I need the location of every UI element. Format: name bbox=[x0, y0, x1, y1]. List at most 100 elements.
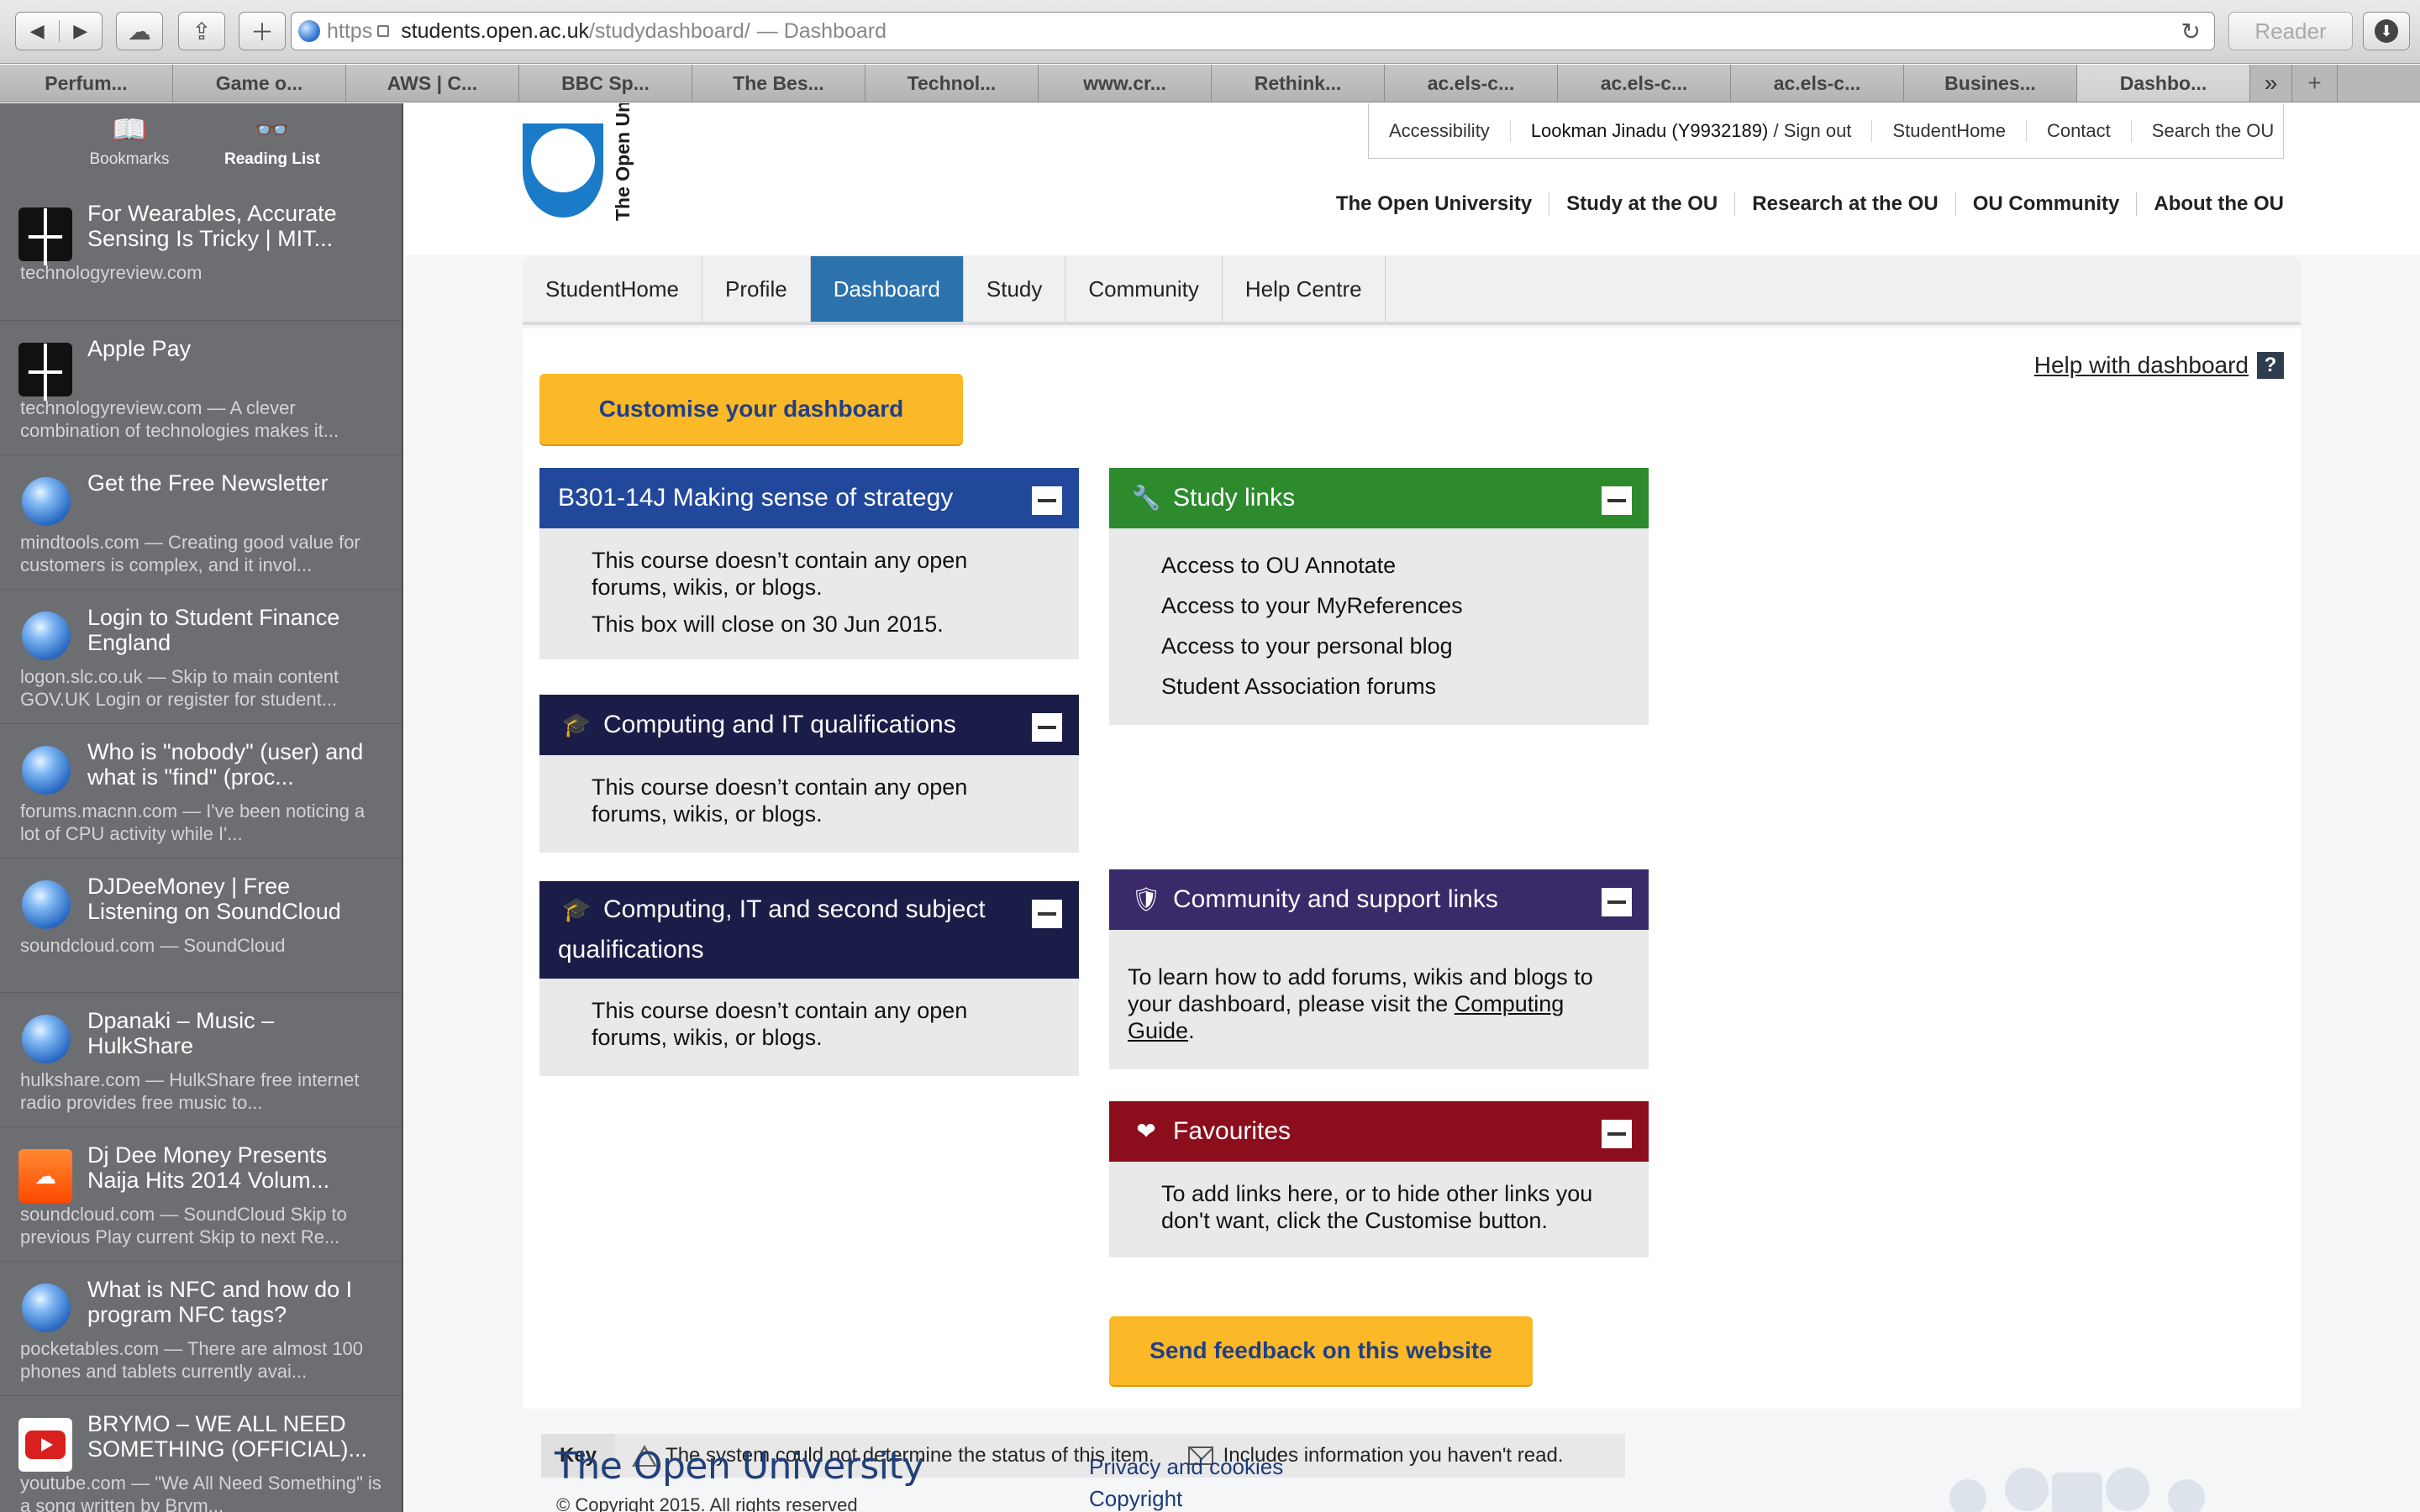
more-tabs-icon[interactable]: » bbox=[2250, 65, 2292, 102]
reading-list-item[interactable]: Who is "nobody" (user) and what is "find… bbox=[0, 723, 402, 858]
community-support-box: 🛡 Community and support links To learn ho… bbox=[1109, 869, 1649, 1069]
tab-studenthome[interactable]: StudentHome bbox=[523, 256, 702, 322]
reading-list-item-desc: soundcloud.com — SoundCloud bbox=[20, 935, 286, 956]
collapse-icon[interactable] bbox=[1032, 486, 1062, 515]
sign-out-link[interactable]: / Sign out bbox=[1773, 120, 1851, 141]
reading-list-item[interactable]: DJDeeMoney | Free Listening on SoundClou… bbox=[0, 858, 402, 992]
collapse-icon[interactable] bbox=[1032, 900, 1062, 928]
study-link-personal-blog[interactable]: Access to your personal blog bbox=[1161, 626, 1615, 666]
url-host: students.open.ac.uk bbox=[401, 18, 589, 43]
browser-tab[interactable]: AWS | C... bbox=[346, 65, 519, 102]
study-link-myreferences[interactable]: Access to your MyReferences bbox=[1161, 585, 1615, 626]
reading-list-item-title: Get the Free Newsletter bbox=[87, 470, 329, 496]
help-with-dashboard-link[interactable]: Help with dashboard ? bbox=[2034, 352, 2284, 379]
customise-dashboard-button[interactable]: Customise your dashboard bbox=[539, 374, 963, 444]
browser-tab[interactable]: Perfum... bbox=[0, 65, 173, 102]
study-links-title: Study links bbox=[1173, 484, 1296, 512]
technologyreview-icon: ┼ bbox=[18, 343, 72, 396]
reading-list-item[interactable]: BRYMO – WE ALL NEED SOMETHING (OFFICIAL)… bbox=[0, 1395, 402, 1512]
reading-list-item[interactable]: What is NFC and how do I program NFC tag… bbox=[0, 1261, 402, 1395]
reading-list-item[interactable]: Dpanaki – Music – HulkShare hulkshare.com… bbox=[0, 992, 402, 1126]
browser-tab[interactable]: www.cr... bbox=[1039, 65, 1212, 102]
collapse-icon[interactable] bbox=[1602, 1120, 1632, 1148]
reading-list-item[interactable]: Login to Student Finance England logon.sl… bbox=[0, 589, 402, 723]
reading-list-item[interactable]: ┼ For Wearables, Accurate Sensing Is Tric… bbox=[0, 186, 402, 320]
favourites-header: ❤ Favourites bbox=[1109, 1101, 1649, 1162]
back-icon[interactable]: ◀ bbox=[16, 20, 59, 42]
studenthome-link[interactable]: StudentHome bbox=[1872, 119, 2027, 142]
downloads-button[interactable]: ⬇ bbox=[2363, 12, 2410, 50]
community-text-end: . bbox=[1188, 1018, 1195, 1043]
nav-research-at-ou[interactable]: Research at the OU bbox=[1735, 192, 1956, 216]
share-icon: ⇪ bbox=[192, 18, 212, 45]
footer-brand[interactable]: The Open University bbox=[555, 1445, 924, 1488]
lock-icon bbox=[377, 25, 390, 37]
reading-list-item[interactable]: ☁ Dj Dee Money Presents Naija Hits 2014 V… bbox=[0, 1126, 402, 1261]
reading-list-item[interactable]: Get the Free Newsletter mindtools.com — C… bbox=[0, 454, 402, 589]
copyright-link[interactable]: Copyright bbox=[1089, 1483, 1283, 1512]
reading-list-item-title: BRYMO – WE ALL NEED SOMETHING (OFFICIAL)… bbox=[87, 1411, 368, 1462]
soundcloud-icon: ☁ bbox=[18, 1149, 72, 1203]
back-forward-buttons[interactable]: ◀ ▶ bbox=[15, 12, 103, 50]
utility-links: Accessibility Lookman Jinadu (Y9932189) … bbox=[1368, 103, 2284, 159]
tab-profile[interactable]: Profile bbox=[702, 256, 811, 322]
send-feedback-button[interactable]: Send feedback on this website bbox=[1109, 1316, 1533, 1385]
course-box-computing-it: 🎓 Computing and IT qualifications This co… bbox=[539, 695, 1079, 853]
study-link-ou-annotate[interactable]: Access to OU Annotate bbox=[1161, 545, 1615, 585]
browser-tab[interactable]: Rethink... bbox=[1212, 65, 1385, 102]
reload-icon[interactable]: ↻ bbox=[2181, 18, 2201, 45]
study-link-student-association[interactable]: Student Association forums bbox=[1161, 666, 1615, 706]
course-box-b301: B301-14J Making sense of strategy This c… bbox=[539, 468, 1079, 659]
collapse-icon[interactable] bbox=[1602, 486, 1632, 515]
ou-logo[interactable]: The Open University bbox=[523, 103, 660, 221]
collapse-icon[interactable] bbox=[1602, 888, 1632, 916]
wrench-icon: 🔧 bbox=[1131, 485, 1161, 511]
browser-tab[interactable]: BBC Sp... bbox=[519, 65, 692, 102]
browser-tab[interactable]: ac.els-c... bbox=[1385, 65, 1558, 102]
globe-icon bbox=[22, 477, 71, 526]
nav-about-ou[interactable]: About the OU bbox=[2137, 192, 2284, 216]
tab-dashboard[interactable]: Dashboard bbox=[810, 256, 964, 322]
nav-ou-community[interactable]: OU Community bbox=[1956, 192, 2138, 216]
contact-link[interactable]: Contact bbox=[2027, 119, 2132, 142]
course-box-header: B301-14J Making sense of strategy bbox=[539, 468, 1079, 528]
reading-list-item[interactable]: ┼ Apple Pay technologyreview.com — A cleve… bbox=[0, 320, 402, 454]
share-button[interactable]: ⇪ bbox=[178, 12, 225, 50]
search-ou-link[interactable]: Search the OU bbox=[2132, 120, 2295, 142]
nav-the-open-university[interactable]: The Open University bbox=[1319, 192, 1550, 216]
collapse-icon[interactable] bbox=[1032, 713, 1062, 742]
tab-community[interactable]: Community bbox=[1065, 256, 1223, 322]
reading-list-item-title: Login to Student Finance England bbox=[87, 605, 340, 655]
browser-tab[interactable]: Dashbo... bbox=[2077, 65, 2250, 102]
add-tab-icon[interactable]: + bbox=[2292, 65, 2338, 102]
browser-tab[interactable]: Technol... bbox=[865, 65, 1039, 102]
help-link-text: Help with dashboard bbox=[2033, 352, 2249, 378]
course-box-text: This course doesn’t contain any open for… bbox=[592, 774, 968, 827]
icloud-tabs-button[interactable]: ☁ bbox=[116, 12, 163, 50]
browser-tab[interactable]: The Bes... bbox=[692, 65, 865, 102]
course-box-title: Computing, IT and second subject qualifi… bbox=[558, 895, 986, 963]
browser-tab[interactable]: Busines... bbox=[1904, 65, 2077, 102]
reading-list-item-desc: mindtools.com — Creating good value for … bbox=[20, 532, 360, 575]
royal-charter-crest-icon bbox=[1949, 1467, 2205, 1512]
browser-tab[interactable]: ac.els-c... bbox=[1731, 65, 1904, 102]
nav-study-at-ou[interactable]: Study at the OU bbox=[1549, 192, 1736, 216]
address-bar[interactable]: https students.open.ac.uk /studydashboar… bbox=[291, 12, 2215, 50]
shield-badge-icon: 🛡 bbox=[1131, 886, 1161, 912]
course-box-header: 🎓 Computing, IT and second subject qualif… bbox=[539, 881, 1079, 979]
ou-shield-icon bbox=[523, 123, 603, 218]
new-tab-button[interactable]: ＋ bbox=[239, 12, 286, 50]
dashboard-content: Help with dashboard ? Customise your das… bbox=[523, 328, 2301, 1478]
accessibility-link[interactable]: Accessibility bbox=[1369, 119, 1511, 142]
bookmarks-toggle[interactable]: 📖 Bookmarks bbox=[75, 113, 184, 186]
reader-button[interactable]: Reader bbox=[2228, 12, 2353, 50]
browser-tab[interactable]: Game o... bbox=[173, 65, 346, 102]
user-name-text: Lookman Jinadu (Y9932189) bbox=[1530, 119, 1769, 141]
tab-help-centre[interactable]: Help Centre bbox=[1223, 256, 1386, 322]
tab-study[interactable]: Study bbox=[964, 256, 1066, 322]
reading-list-toggle[interactable]: 👓 Reading List bbox=[218, 113, 327, 186]
forward-icon[interactable]: ▶ bbox=[58, 20, 103, 42]
privacy-cookies-link[interactable]: Privacy and cookies bbox=[1089, 1451, 1283, 1483]
browser-tab[interactable]: ac.els-c... bbox=[1558, 65, 1731, 102]
study-links-box: 🔧 Study links Access to OU Annotate Acces… bbox=[1109, 468, 1649, 725]
